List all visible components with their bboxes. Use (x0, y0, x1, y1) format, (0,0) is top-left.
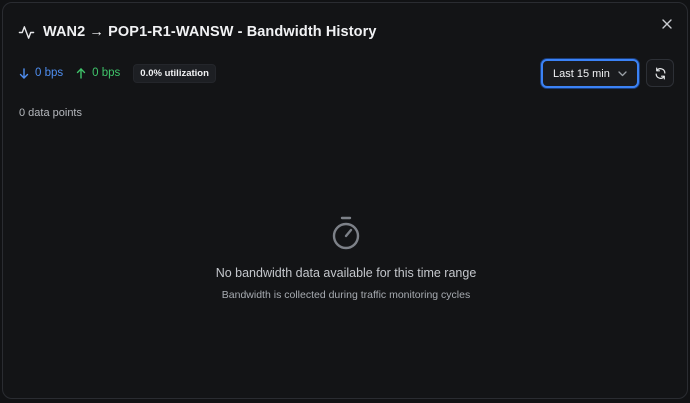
dialog-title: WAN2 → POP1-R1-WANSW - Bandwidth History (43, 24, 377, 40)
activity-pulse-icon (18, 25, 35, 39)
time-range-select[interactable]: Last 15 min (541, 59, 639, 88)
download-rate: 0 bps (19, 67, 63, 79)
refresh-icon (655, 66, 665, 80)
empty-state-subtitle: Bandwidth is collected during traffic mo… (221, 289, 471, 301)
upload-rate-value: 0 bps (92, 67, 121, 79)
bandwidth-stats: 0 bps 0 bps 0.0% utilization (19, 63, 216, 83)
empty-state-title: No bandwidth data available for this tim… (215, 266, 477, 280)
arrow-up-icon (76, 67, 86, 79)
upload-rate: 0 bps (76, 67, 120, 79)
timer-icon (332, 216, 360, 250)
download-rate-value: 0 bps (35, 67, 64, 79)
chevron-down-icon (618, 70, 627, 76)
close-icon (662, 19, 672, 29)
dialog-header: WAN2 → POP1-R1-WANSW - Bandwidth History (18, 21, 377, 43)
utilization-badge: 0.0% utilization (133, 63, 216, 83)
close-button[interactable] (659, 16, 675, 32)
empty-state: No bandwidth data available for this tim… (3, 216, 689, 301)
bandwidth-history-dialog: WAN2 → POP1-R1-WANSW - Bandwidth History… (2, 2, 688, 399)
refresh-button[interactable] (646, 59, 674, 87)
time-range-value: Last 15 min (553, 67, 610, 80)
arrow-down-icon (19, 67, 29, 79)
data-points-count: 0 data points (19, 107, 82, 119)
